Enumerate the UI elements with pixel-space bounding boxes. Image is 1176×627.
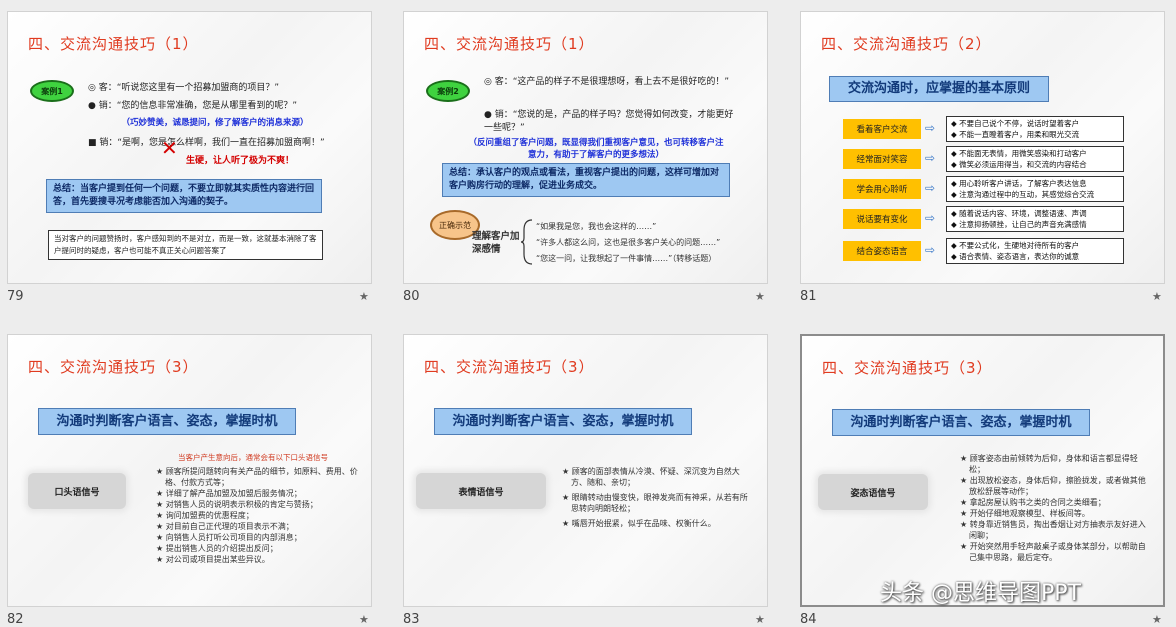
principle-label: 看着客户交流 (843, 119, 921, 139)
bottom-box: 当对客户的问题赞扬时，客户感知到的不是对立，而是一致，这就基本消除了客户提问时的… (48, 230, 323, 260)
example-list: “如果我是您，我也会这样的……” “许多人都这么问，这也是很多客户关心的问题……… (536, 219, 756, 267)
summary-box: 总结：当客户提到任何一个问题，不要立即就其实质性内容进行回答，首先要搜寻况考虑能… (46, 179, 322, 213)
signal-item: ★ 出现放松姿态，身体后仰，擦脸拢发，或者做其他放松舒展等动作； (960, 476, 1146, 496)
slide-82[interactable]: 四、交流沟通技巧（3） 沟通时判断客户语言、姿态，掌握时机 口头语信号 当客户产… (7, 334, 372, 607)
principle-label: 结合姿态语言 (843, 241, 921, 261)
blue-note: （反问重组了客户问题，既显得我们重视客户意见，也可转移客户注意力，有助于了解客户… (468, 138, 724, 160)
watermark: 头条 @思维导图PPT (880, 581, 1081, 606)
signal-item: ★ 顾客姿态由前倾转为后仰，身体和语言都显得轻松； (960, 454, 1138, 474)
timing-header: 沟通时判断客户语言、姿态，掌握时机 (38, 408, 296, 435)
red-note: 生硬，让人听了极为不爽！ (186, 156, 295, 166)
signal-item: ★ 开始突然用手轻声敲桌子或身体某部分，以帮助自己集中思路，最后定夺。 (960, 542, 1146, 562)
wrong-mark: ✕ (161, 136, 178, 160)
principle-label: 说话要有变化 (843, 209, 921, 229)
star-icon[interactable]: ★ (1152, 613, 1162, 626)
case-cloud: 案例2 (426, 80, 470, 102)
signal-box: 表情语信号 (416, 473, 546, 509)
signal-item: ★ 拿起房屋认购书之类的合同之类细看； (960, 498, 1106, 507)
signal-item: ★ 顾客所提问题转向有关产品的细节，如原料、费用、价格、付款方式等； (156, 467, 358, 487)
signal-item: ★ 对公司或项目提出某些异议。 (156, 555, 270, 564)
signal-item: ★ 询问加盟费的优惠程度； (156, 511, 254, 520)
slide-title: 四、交流沟通技巧（1） (424, 35, 595, 53)
timing-header: 沟通时判断客户语言、姿态，掌握时机 (832, 409, 1090, 436)
understand-label: 理解客户加深感情 (472, 231, 520, 255)
principle-box: ◆ 随着说话内容、环境，调整语速、声调 ◆ 注意抑扬顿挫，让自己的声音充满感情 (946, 206, 1124, 232)
signal-item: ★ 眼睛转动由慢变快，眼神发亮而有神采，从若有所思转向明朗轻松； (562, 493, 748, 513)
signal-item: ★ 嘴唇开始抿紧，似乎在品味、权衡什么。 (562, 519, 716, 528)
slide-number: 83 (403, 612, 420, 627)
signal-item: ★ 开始仔细地观察模型、样板间等。 (960, 509, 1090, 518)
principle-box: ◆ 不要公式化，生硬地对待所有的客户 ◆ 语合表情、姿态语言，表达你的诚意 (946, 238, 1124, 264)
star-icon[interactable]: ★ (359, 290, 369, 303)
slide-title: 四、交流沟通技巧（3） (822, 359, 993, 377)
slide-81[interactable]: 四、交流沟通技巧（2） 交流沟通时，应掌握的基本原则 看着客户交流 ⇨ ◆ 不要… (800, 11, 1165, 284)
slide-80[interactable]: 四、交流沟通技巧（1） 案例2 ◎ 客：“这产品的样子不是很理想呀，看上去不是很… (403, 11, 768, 284)
brace-icon (520, 219, 533, 265)
signal-list: ★ 顾客姿态由前倾转为后仰，身体和语言都显得轻松； ★ 出现放松姿态，身体后仰，… (960, 453, 1152, 563)
slide-title: 四、交流沟通技巧（2） (821, 35, 992, 53)
principle-box: ◆ 不能面无表情，用微笑感染和打动客户 ◆ 微笑必须运用得当，和交流的内容结合 (946, 146, 1124, 172)
signal-box: 姿态语信号 (818, 474, 928, 510)
dialog-line-3: ■ 销：“是啊，您是怎么样啊，我们一直在招募加盟商啊！” (88, 138, 325, 148)
arrow-icon: ⇨ (925, 151, 936, 165)
dialog-line-1: ◎ 客：“听说您这里有一个招募加盟商的项目？” (88, 83, 280, 93)
slide-number: 81 (800, 289, 817, 304)
slide-number: 84 (800, 612, 817, 627)
timing-header: 沟通时判断客户语言、姿态，掌握时机 (434, 408, 692, 435)
dialog-line-1: ◎ 客：“这产品的样子不是很理想呀，看上去不是很好吃的！” (484, 77, 730, 87)
case-cloud: 案例1 (30, 80, 74, 102)
dialog-line-2: ● 销：“您说的是，产品的样子吗？您觉得如何改变，才能更好一些呢？” (484, 110, 734, 133)
slide-title: 四、交流沟通技巧（3） (28, 358, 199, 376)
signal-item: ★ 向销售人员打听公司项目的内部消息； (156, 533, 302, 542)
signal-item: ★ 对目前自己正代理的项目表示不满； (156, 522, 294, 531)
slide-79[interactable]: 四、交流沟通技巧（1） 案例1 ◎ 客：“听说您这里有一个招募加盟商的项目？” … (7, 11, 372, 284)
principle-label: 经常面对笑容 (843, 149, 921, 169)
star-icon[interactable]: ★ (755, 290, 765, 303)
signal-item: ★ 转身靠近销售员，掏出香烟让对方抽表示友好进入闲聊； (960, 520, 1146, 540)
signal-box: 口头语信号 (28, 473, 126, 509)
signal-item: ★ 提出销售人员的介绍提出反问； (156, 544, 278, 553)
signal-item: ★ 详细了解产品加盟及加盟后服务情况； (156, 489, 302, 498)
principle-label: 学会用心聆听 (843, 179, 921, 199)
example-item: “许多人都这么问，这也是很多客户关心的问题……” (536, 238, 721, 247)
signal-item: ★ 对销售人员的说明表示积极的肯定与赞扬； (156, 500, 318, 509)
principles-header: 交流沟通时，应掌握的基本原则 (829, 76, 1049, 102)
star-icon[interactable]: ★ (755, 613, 765, 626)
slide-84[interactable]: 四、交流沟通技巧（3） 沟通时判断客户语言、姿态，掌握时机 姿态语信号 ★ 顾客… (800, 334, 1165, 607)
principle-box: ◆ 用心聆听客户讲话，了解客户表达信息 ◆ 注意沟通过程中的互动，其感觉综合交流 (946, 176, 1124, 202)
star-icon[interactable]: ★ (359, 613, 369, 626)
slide-number: 79 (7, 289, 24, 304)
slide-title: 四、交流沟通技巧（3） (424, 358, 595, 376)
signal-list: ★ 顾客的面部表情从冷漠、怀疑、深沉变为自然大方、随和、亲切； ★ 眼睛转动由慢… (562, 466, 754, 529)
slide-number: 82 (7, 612, 24, 627)
blue-note: （巧妙赞美，诚恳提问，修了解客户的消息来源） (121, 118, 309, 128)
signal-list: ★ 顾客所提问题转向有关产品的细节，如原料、费用、价格、付款方式等； ★ 详细了… (156, 466, 361, 565)
summary-box: 总结：承认客户的观点或看法，重视客户提出的问题，这样可增加对客户购房行动的理解，… (442, 163, 730, 197)
example-item: “如果我是您，我也会这样的……” (536, 222, 657, 231)
slide-title: 四、交流沟通技巧（1） (28, 35, 199, 53)
orange-heading: 当客户产生意向后，通常会有以下口头语信号 (178, 453, 328, 462)
slide-83[interactable]: 四、交流沟通技巧（3） 沟通时判断客户语言、姿态，掌握时机 表情语信号 ★ 顾客… (403, 334, 768, 607)
arrow-icon: ⇨ (925, 211, 936, 225)
principle-box: ◆ 不要自己说个不停，说话时望着客户 ◆ 不能一直瞪着客户，用柔和眼光交流 (946, 116, 1124, 142)
star-icon[interactable]: ★ (1152, 290, 1162, 303)
arrow-icon: ⇨ (925, 243, 936, 257)
slide-number: 80 (403, 289, 420, 304)
signal-item: ★ 顾客的面部表情从冷漠、怀疑、深沉变为自然大方、随和、亲切； (562, 467, 740, 487)
arrow-icon: ⇨ (925, 121, 936, 135)
arrow-icon: ⇨ (925, 181, 936, 195)
dialog-line-2: ● 销：“您的信息非常准确，您是从哪里看到的呢？” (88, 101, 298, 111)
example-item: “您这一问，让我想起了一件事情……”（转移话题） (536, 254, 717, 263)
